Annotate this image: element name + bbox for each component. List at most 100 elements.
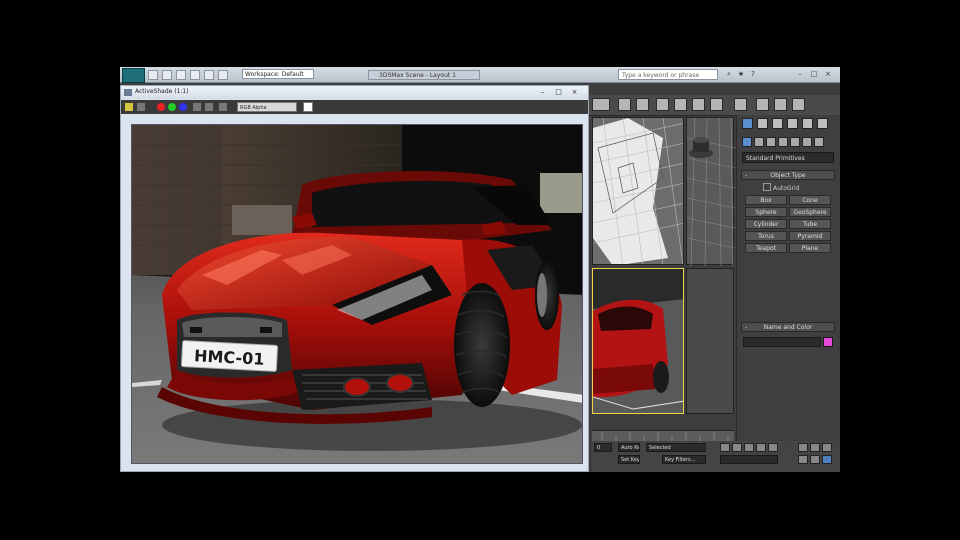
tube-button[interactable]: Tube (789, 219, 831, 229)
name-color-rollout-header[interactable]: - Name and Color (741, 322, 835, 332)
license-plate-text: HMC-01 (194, 346, 265, 369)
viewport-perspective[interactable] (592, 268, 684, 414)
object-color-swatch[interactable] (823, 337, 833, 347)
clear-icon[interactable] (219, 103, 227, 111)
material-editor-icon[interactable] (734, 98, 747, 111)
set-key-button[interactable]: Set Key (618, 455, 640, 464)
play-icon[interactable] (744, 443, 754, 452)
pan-view-icon[interactable] (810, 455, 820, 464)
teapot-button[interactable]: Teapot (745, 243, 787, 253)
object-type-rollout-header[interactable]: - Object Type (741, 170, 835, 180)
space-warps-category-icon[interactable] (802, 137, 812, 147)
key-filters-button[interactable]: Key Filters... (662, 455, 706, 464)
lights-category-icon[interactable] (766, 137, 776, 147)
systems-category-icon[interactable] (814, 137, 824, 147)
open-file-icon[interactable] (162, 70, 172, 80)
hierarchy-tab-icon[interactable] (772, 118, 783, 129)
current-frame-field[interactable] (720, 455, 778, 464)
sphere-button[interactable]: Sphere (745, 207, 787, 217)
app-minimize-button[interactable]: – (796, 70, 804, 78)
save-file-icon[interactable] (176, 70, 186, 80)
plane-button[interactable]: Plane (789, 243, 831, 253)
help-icon[interactable]: ? (749, 70, 757, 78)
selection-set-dropdown[interactable]: Selected (646, 443, 706, 452)
viewport-left[interactable] (686, 268, 734, 414)
render-setup-icon[interactable] (756, 98, 769, 111)
geosphere-button[interactable]: GeoSphere (789, 207, 831, 217)
autogrid-checkbox-box[interactable] (763, 183, 771, 191)
auto-key-button[interactable]: Auto Key (618, 443, 640, 452)
alpha-channel-icon[interactable] (193, 103, 201, 111)
selection-filter-dropdown[interactable] (592, 98, 610, 111)
pyramid-button[interactable]: Pyramid (789, 231, 831, 241)
motion-tab-icon[interactable] (787, 118, 798, 129)
object-name-input[interactable] (743, 337, 821, 347)
rendered-frame-toolbar: RGB Alpha (121, 100, 588, 114)
rendered-frame-window-icon[interactable] (774, 98, 787, 111)
zoom-all-icon[interactable] (810, 443, 820, 452)
scene-explorer-icon[interactable] (674, 98, 687, 111)
cylinder-button[interactable]: Cylinder (745, 219, 787, 229)
render-window-maximize-button[interactable]: □ (553, 88, 564, 97)
zoom-icon[interactable] (798, 443, 808, 452)
background-window-title: 3DSMax Scene - Layout 1 (368, 70, 480, 80)
app-maximize-button[interactable]: □ (810, 70, 818, 78)
utilities-tab-icon[interactable] (817, 118, 828, 129)
render-window-minimize-button[interactable]: – (537, 88, 548, 97)
curve-editor-icon[interactable] (692, 98, 705, 111)
autogrid-checkbox[interactable]: AutoGrid (763, 183, 800, 192)
channel-color-swatch[interactable] (303, 102, 313, 112)
field-of-view-icon[interactable] (798, 455, 808, 464)
app-close-button[interactable]: × (824, 70, 832, 78)
mirror-icon[interactable] (618, 98, 631, 111)
layer-icon[interactable] (656, 98, 669, 111)
time-slider[interactable] (592, 430, 734, 441)
workspace-selector[interactable]: Workspace: Default (242, 69, 314, 79)
primitive-type-dropdown[interactable]: Standard Primitives (742, 152, 834, 163)
torus-button[interactable]: Torus (745, 231, 787, 241)
helpers-category-icon[interactable] (790, 137, 800, 147)
render-production-icon[interactable] (792, 98, 805, 111)
viewport-front[interactable] (686, 117, 736, 267)
undo-icon[interactable] (190, 70, 200, 80)
render-window-close-button[interactable]: × (569, 88, 580, 97)
previous-frame-icon[interactable] (732, 443, 742, 452)
lock-icon[interactable] (125, 103, 133, 111)
search-input[interactable]: Type a keyword or phrase (618, 69, 718, 80)
viewport-perspective-preview (593, 269, 683, 413)
blue-channel-icon[interactable] (179, 103, 187, 111)
orbit-icon[interactable] (822, 455, 832, 464)
rendered-frame-window-titlebar[interactable]: ActiveShade (1:1) – □ × (121, 86, 588, 99)
redo-icon[interactable] (204, 70, 214, 80)
object-type-label: Object Type (770, 172, 806, 179)
display-tab-icon[interactable] (802, 118, 813, 129)
go-to-end-icon[interactable] (768, 443, 778, 452)
zoom-extents-icon[interactable] (822, 443, 832, 452)
display-channel-dropdown[interactable]: RGB Alpha (237, 102, 297, 112)
next-frame-icon[interactable] (756, 443, 766, 452)
modify-tab-icon[interactable] (757, 118, 768, 129)
timeline-ticks (601, 433, 729, 441)
new-file-icon[interactable] (148, 70, 158, 80)
create-tab-icon[interactable] (742, 118, 753, 129)
cameras-category-icon[interactable] (778, 137, 788, 147)
geometry-category-icon[interactable] (742, 137, 752, 147)
box-button[interactable]: Box (745, 195, 787, 205)
search-icon[interactable]: ⌕ (725, 70, 733, 78)
viewport-top[interactable] (592, 117, 684, 265)
shapes-category-icon[interactable] (754, 137, 764, 147)
info-icon[interactable]: ★ (737, 70, 745, 78)
align-icon[interactable] (636, 98, 649, 111)
app-logo-icon[interactable] (122, 68, 145, 83)
project-folder-icon[interactable] (218, 70, 228, 80)
red-channel-icon[interactable] (157, 103, 165, 111)
title-bar: Workspace: Default 3DSMax Scene - Layout… (120, 67, 840, 83)
rendered-frame-window-title: ActiveShade (1:1) (135, 88, 189, 95)
monochrome-icon[interactable] (205, 103, 213, 111)
cone-button[interactable]: Cone (789, 195, 831, 205)
region-icon[interactable] (137, 103, 145, 111)
schematic-view-icon[interactable] (710, 98, 723, 111)
go-to-start-icon[interactable] (720, 443, 730, 452)
frame-counter[interactable]: 0 (594, 443, 612, 452)
green-channel-icon[interactable] (168, 103, 176, 111)
